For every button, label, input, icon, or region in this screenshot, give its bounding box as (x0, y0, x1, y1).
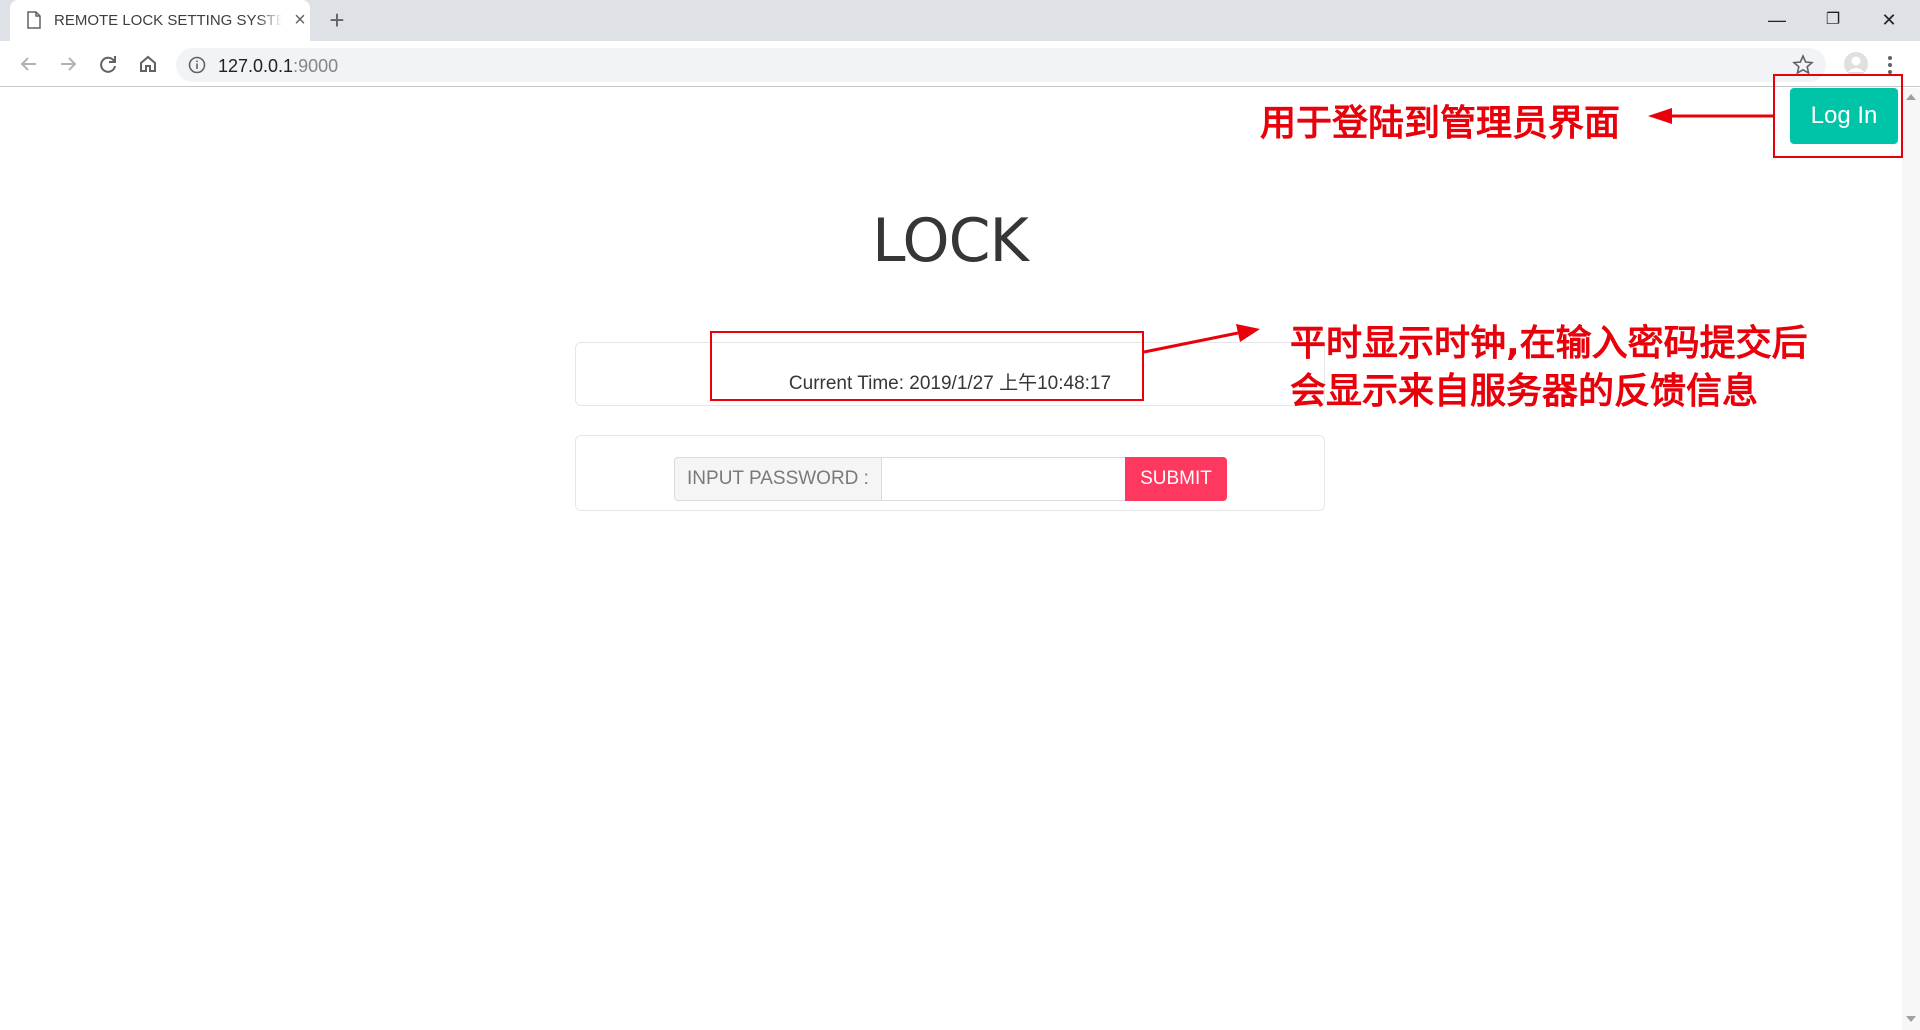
browser-window: REMOTE LOCK SETTING SYSTE × + — ❐ ✕ 127.… (0, 0, 1920, 1030)
tab-active[interactable]: REMOTE LOCK SETTING SYSTE × (10, 0, 310, 41)
password-label: INPUT PASSWORD : (674, 457, 882, 501)
tab-title-fade (258, 8, 282, 34)
clock-highlight-box (710, 331, 1144, 401)
clock-annotation-line1: 平时显示时钟,在输入密码提交后 (1290, 323, 1808, 364)
reload-icon[interactable] (93, 49, 123, 79)
password-input[interactable] (881, 457, 1126, 501)
scroll-down-arrow-icon[interactable] (1906, 1016, 1916, 1022)
vertical-scrollbar[interactable] (1902, 88, 1920, 1030)
submit-button[interactable]: SUBMIT (1125, 457, 1227, 501)
password-form: INPUT PASSWORD : SUBMIT (575, 435, 1325, 511)
minimize-icon[interactable]: — (1754, 4, 1800, 36)
info-icon[interactable] (188, 56, 206, 74)
bookmark-star-icon[interactable] (1792, 54, 1814, 76)
login-annotation: 用于登陆到管理员界面 (1260, 103, 1621, 144)
browser-toolbar: 127.0.0.1:9000 (0, 41, 1920, 87)
address-bar[interactable]: 127.0.0.1:9000 (176, 48, 1826, 82)
page-viewport: Log In LOCK Current Time: 2019/1/27 上午10… (0, 88, 1902, 1030)
home-icon[interactable] (133, 49, 163, 79)
tab-title: REMOTE LOCK SETTING SYSTE (54, 12, 282, 29)
close-tab-icon[interactable]: × (290, 10, 310, 30)
tab-strip: REMOTE LOCK SETTING SYSTE × + — ❐ ✕ (0, 0, 1920, 41)
forward-icon[interactable] (53, 49, 83, 79)
login-highlight-box (1773, 74, 1903, 158)
new-tab-icon[interactable]: + (325, 7, 349, 33)
url-text[interactable]: 127.0.0.1:9000 (218, 56, 338, 77)
window-close-icon[interactable]: ✕ (1866, 4, 1912, 36)
page-icon (27, 11, 41, 29)
clock-annotation-line2: 会显示来自服务器的反馈信息 (1290, 371, 1759, 412)
scroll-up-arrow-icon[interactable] (1906, 94, 1916, 100)
url-port: :9000 (293, 56, 339, 76)
back-icon[interactable] (14, 49, 44, 79)
page-title: LOCK (872, 206, 1029, 276)
restore-icon[interactable]: ❐ (1810, 4, 1856, 36)
url-host: 127.0.0.1 (218, 56, 294, 76)
